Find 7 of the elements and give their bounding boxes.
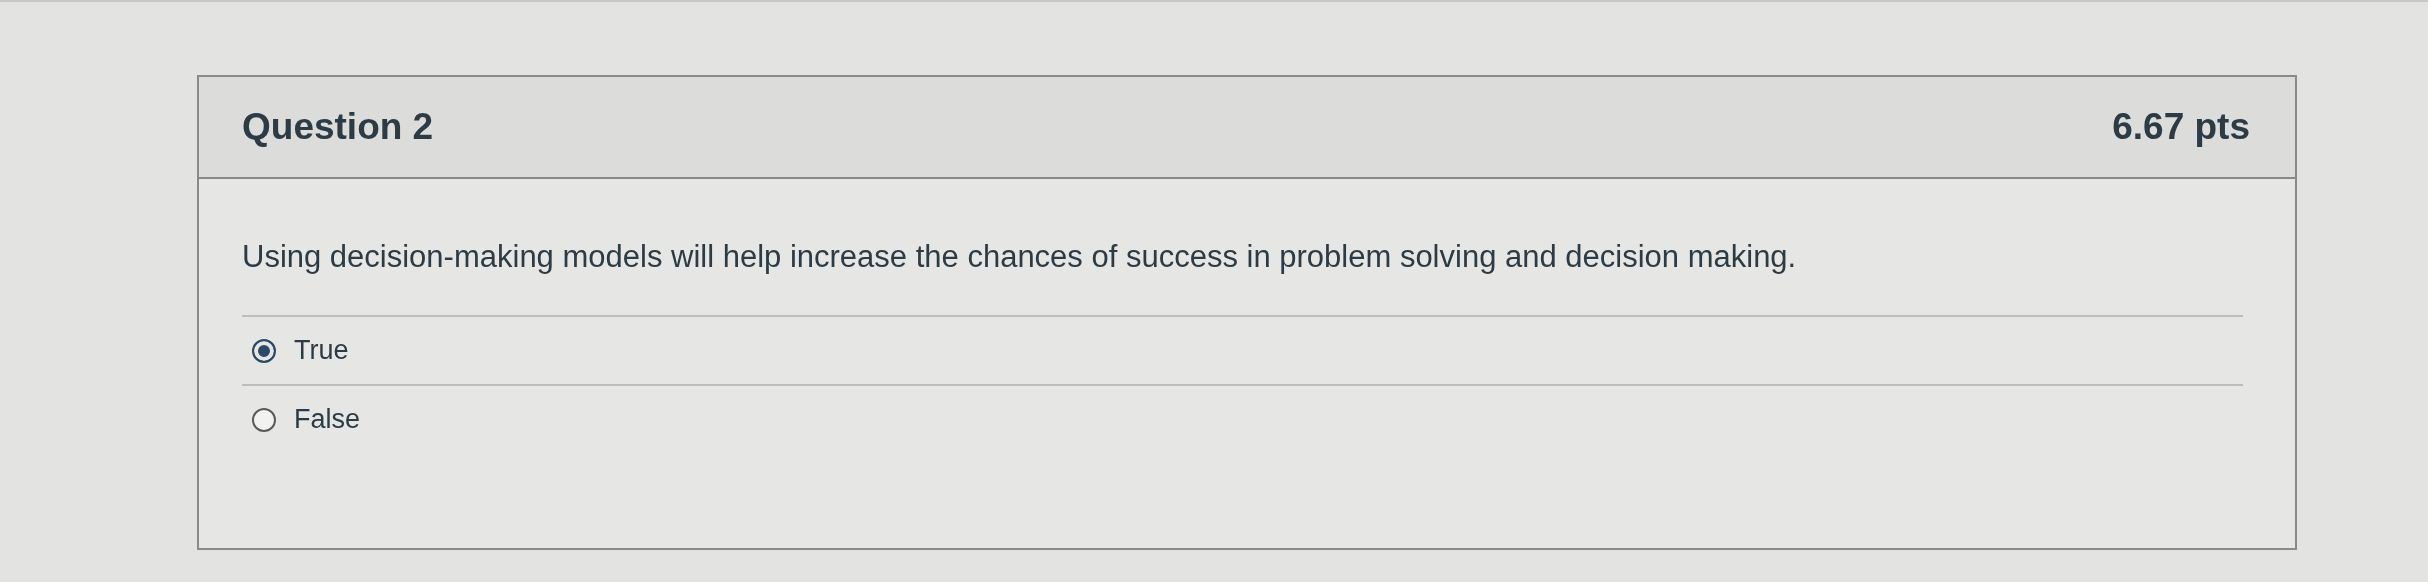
points-label: 6.67 pts — [2112, 106, 2250, 148]
answer-label[interactable]: True — [294, 335, 349, 366]
question-text: Using decision-making models will help increase the chances of success in problem solving and decision making. — [242, 239, 1798, 275]
radio-button[interactable] — [252, 407, 276, 432]
radio-button[interactable] — [252, 338, 276, 363]
question-title: Question 2 — [242, 106, 434, 148]
answer-label[interactable]: False — [294, 404, 361, 435]
